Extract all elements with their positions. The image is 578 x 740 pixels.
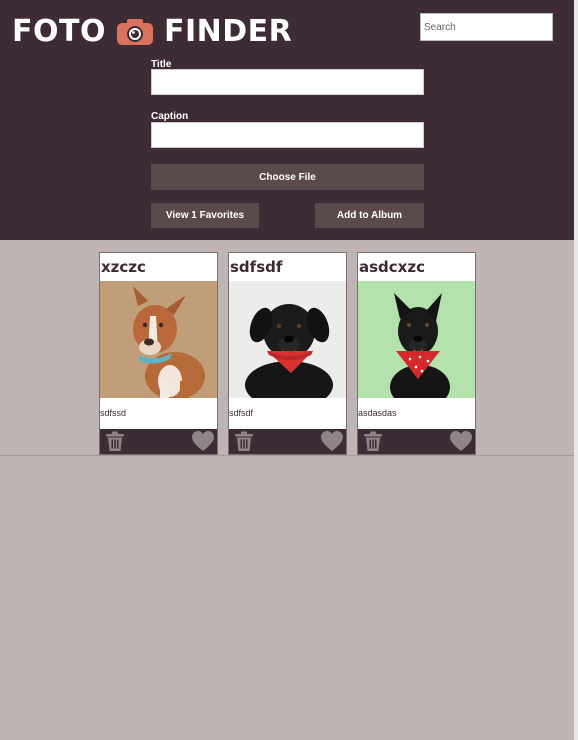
card-photo (100, 281, 217, 398)
card-title[interactable]: xzczc (100, 258, 146, 276)
caption-label: Caption (151, 111, 189, 122)
caption-input[interactable] (151, 122, 424, 148)
title-input[interactable] (151, 69, 424, 95)
card-footer (229, 429, 346, 454)
camera-icon (116, 18, 154, 46)
heart-icon[interactable] (192, 431, 214, 452)
card-title[interactable]: asdcxzc (358, 258, 425, 276)
photo-card: asdcxzc asdasdas (357, 252, 476, 455)
card-caption: asdasdas (358, 408, 397, 418)
card-title[interactable]: sdfsdf (229, 258, 282, 276)
card-caption: sdfssd (100, 408, 127, 418)
card-footer (100, 429, 217, 454)
view-favorites-button[interactable]: View 1 Favorites (151, 203, 259, 228)
add-to-album-button[interactable]: Add to Album (315, 203, 424, 228)
card-footer (358, 429, 475, 454)
heart-icon[interactable] (450, 431, 472, 452)
photo-card: xzczc sdfssd (99, 252, 218, 455)
window-edge (574, 0, 578, 740)
logo-text-finder: FINDER (163, 14, 293, 49)
choose-file-button[interactable]: Choose File (151, 164, 424, 190)
card-photo (229, 281, 346, 398)
card-photo (358, 281, 475, 398)
heart-icon[interactable] (321, 431, 343, 452)
trash-icon[interactable] (362, 431, 384, 452)
search-input[interactable] (420, 13, 553, 41)
app-header: FOTO FINDER Title Caption Choose File Vi… (0, 0, 574, 240)
photo-card: sdfsdf sdfsdf (228, 252, 347, 455)
trash-icon[interactable] (104, 431, 126, 452)
trash-icon[interactable] (233, 431, 255, 452)
logo-text-foto: FOTO (12, 14, 106, 49)
content-divider (0, 455, 574, 456)
app-logo: FOTO FINDER (12, 14, 292, 49)
card-caption: sdfsdf (229, 408, 254, 418)
